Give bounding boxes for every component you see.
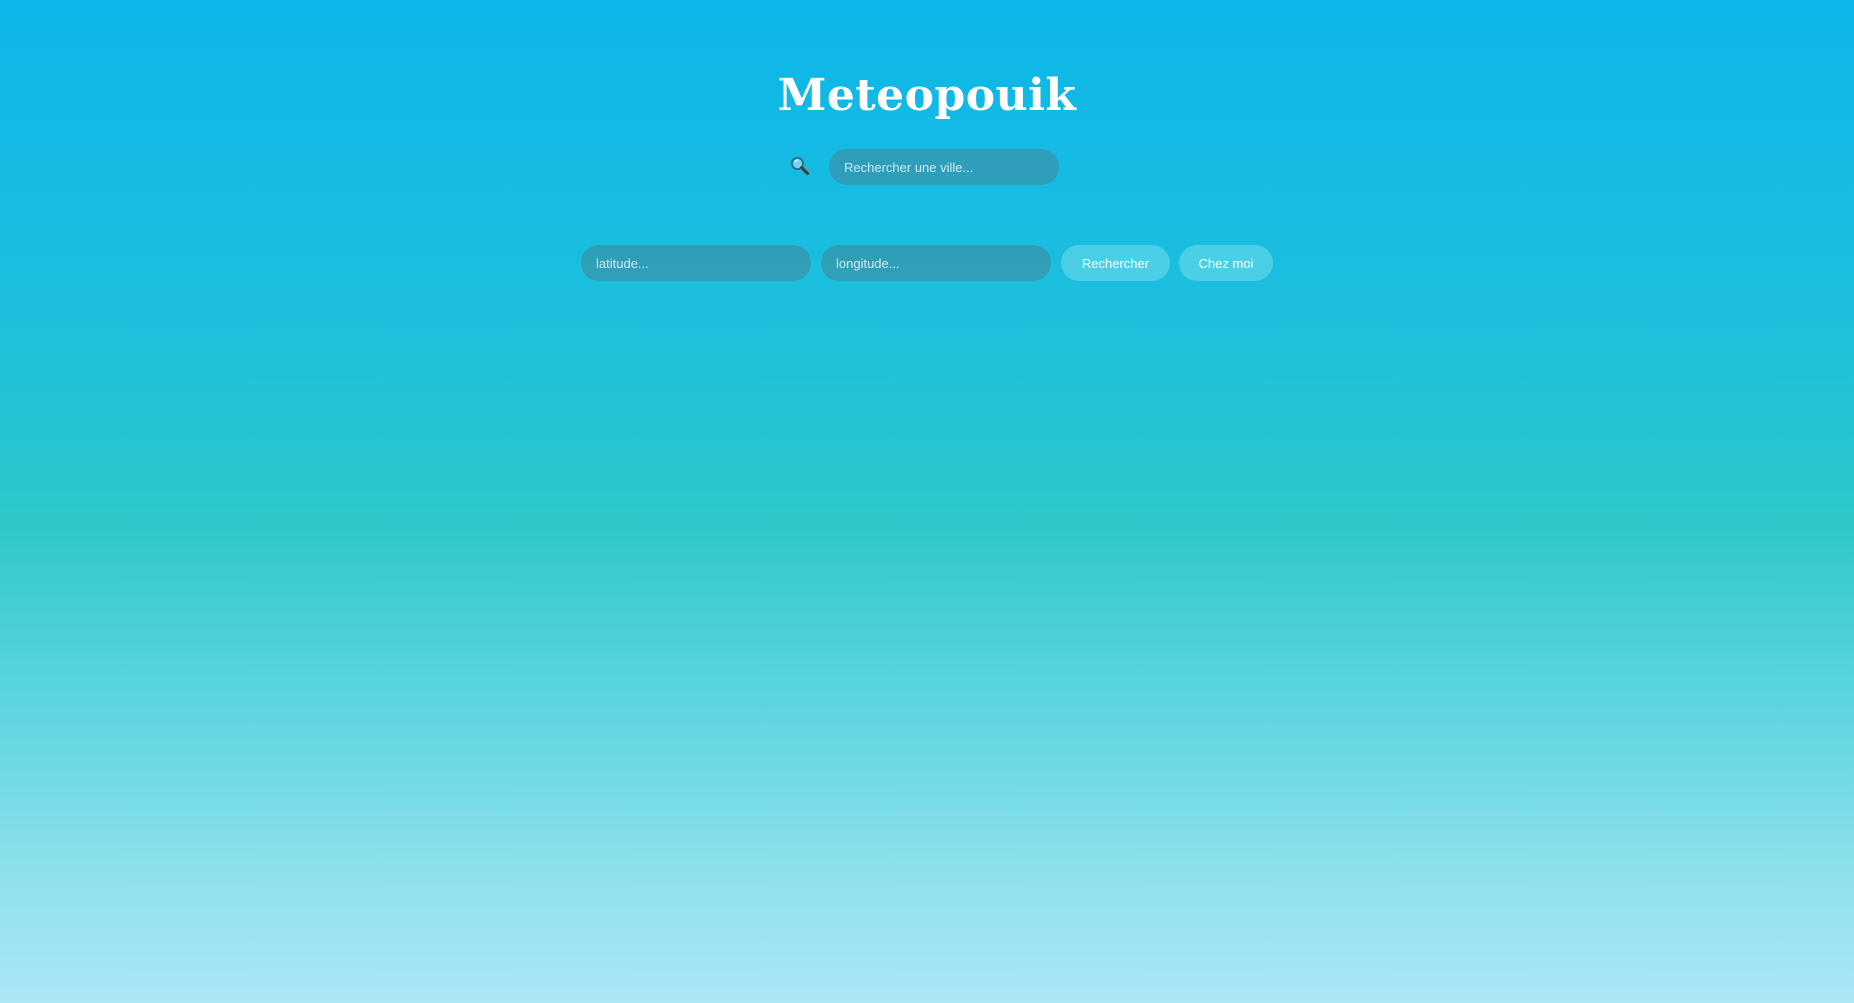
coordinates-form: Rechercher Chez moi bbox=[0, 245, 1854, 281]
home-location-button[interactable]: Chez moi bbox=[1179, 245, 1273, 281]
city-search-input[interactable] bbox=[829, 149, 1059, 185]
search-icon bbox=[789, 155, 811, 177]
longitude-input[interactable] bbox=[821, 245, 1051, 281]
app-title: Meteopouik bbox=[777, 70, 1077, 121]
city-search-bar bbox=[0, 149, 1854, 185]
search-button[interactable]: Rechercher bbox=[1061, 245, 1170, 281]
latitude-input[interactable] bbox=[581, 245, 811, 281]
